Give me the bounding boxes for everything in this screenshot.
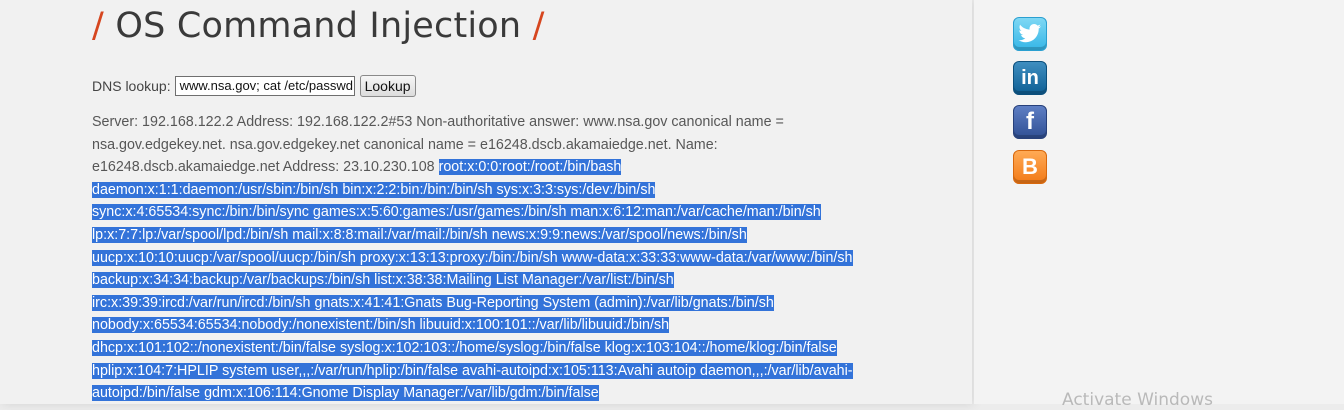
dns-lookup-label: DNS lookup: [92, 78, 171, 94]
blogger-glyph: B [1022, 154, 1038, 179]
facebook-icon[interactable]: f [1013, 105, 1047, 139]
title-text: OS Command Injection [115, 6, 522, 46]
dns-lookup-input[interactable]: www.nsa.gov; cat /etc/passwd [174, 76, 355, 96]
linkedin-glyph: in [1021, 66, 1039, 89]
passwd-output-text: root:x:0:0:root:/root:/bin/bash daemon:x… [92, 159, 853, 402]
linkedin-icon[interactable]: in [1013, 61, 1047, 95]
title-slash-right: / [532, 6, 545, 46]
blogger-icon[interactable]: B [1013, 150, 1047, 184]
main-content: / OS Command Injection / DNS lookup: www… [0, 0, 972, 404]
lookup-button[interactable]: Lookup [359, 75, 416, 97]
dns-lookup-form: DNS lookup: www.nsa.gov; cat /etc/passwd… [92, 74, 416, 98]
activate-windows-watermark: Activate Windows [1062, 390, 1213, 410]
facebook-glyph: f [1026, 108, 1034, 135]
command-output: Server: 192.168.122.2 Address: 192.168.1… [92, 111, 862, 405]
dns-output-text: Server: 192.168.122.2 Address: 192.168.1… [92, 114, 784, 176]
page-title: / OS Command Injection / [92, 6, 545, 46]
twitter-icon[interactable] [1013, 17, 1047, 51]
twitter-bird-icon [1018, 24, 1041, 43]
title-slash-left: / [92, 6, 104, 46]
